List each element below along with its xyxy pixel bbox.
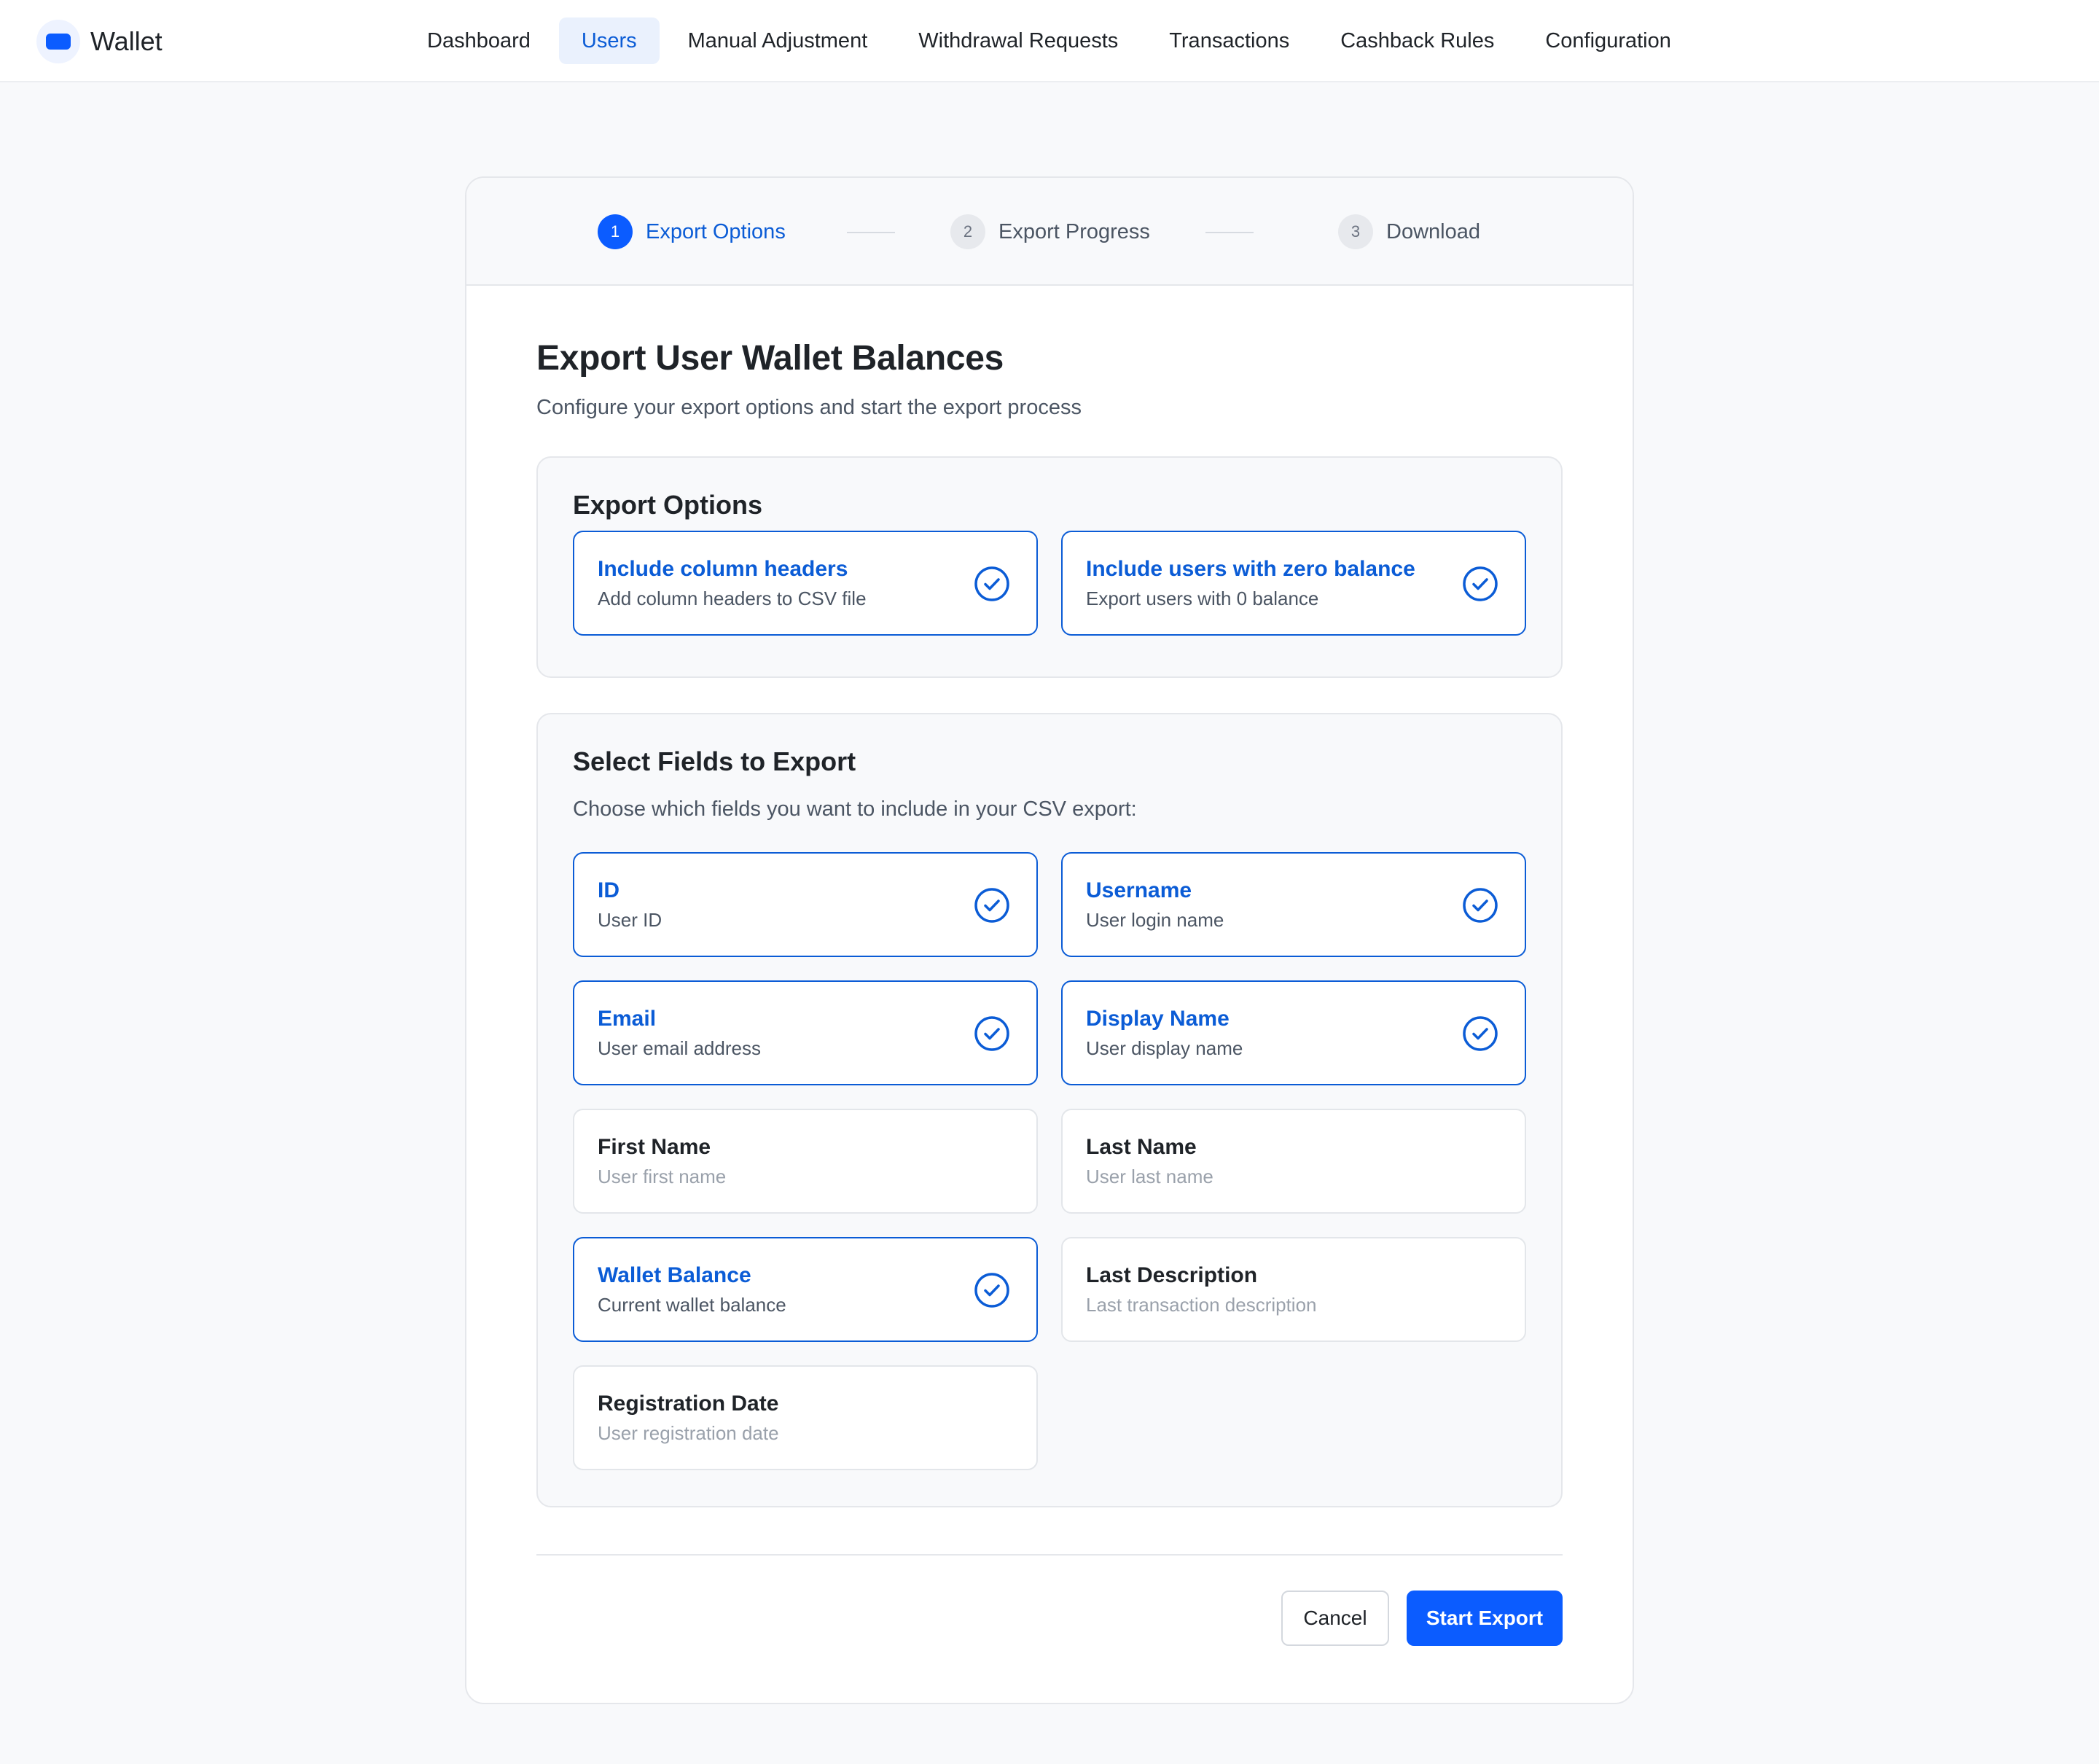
section-title: Export Options [573,490,762,520]
footer-divider [536,1554,1563,1556]
step-connector [847,232,895,233]
start-export-button[interactable]: Start Export [1407,1591,1563,1646]
field-description: Current wallet balance [598,1294,786,1316]
field-description: User email address [598,1037,761,1059]
export-options-section: Export Options Include column headers Ad… [536,456,1563,678]
field-description: User first name [598,1166,727,1187]
field-description: User display name [1086,1037,1243,1059]
top-navigation-bar: Wallet Dashboard Users Manual Adjustment… [0,0,2099,82]
field-title: ID [598,878,619,902]
section-title: Select Fields to Export [573,746,856,776]
step-label: Export Options [646,219,786,243]
nav-item-dashboard[interactable]: Dashboard [404,17,553,64]
nav-item-manual-adjustment[interactable]: Manual Adjustment [665,17,891,64]
field-display-name[interactable]: Display Name User display name [1061,980,1526,1085]
check-circle-icon [1463,566,1498,601]
option-description: Add column headers to CSV file [598,588,867,609]
section-description: Choose which fields you want to include … [573,797,1137,821]
field-title: Wallet Balance [598,1263,751,1287]
field-description: User ID [598,909,662,931]
option-description: Export users with 0 balance [1086,588,1319,609]
option-include-zero-balance[interactable]: Include users with zero balance Export u… [1061,531,1526,636]
app-name: Wallet [90,26,163,56]
step-download: 3 Download [1338,214,1480,249]
app-logo[interactable]: Wallet [36,20,163,63]
field-id[interactable]: ID User ID [573,852,1038,957]
step-label: Export Progress [998,219,1150,243]
field-username[interactable]: Username User login name [1061,852,1526,957]
step-connector [1205,232,1254,233]
nav-item-transactions[interactable]: Transactions [1146,17,1312,64]
step-export-options: 1 Export Options [598,214,786,249]
field-description: User registration date [598,1422,779,1444]
fields-grid: ID User ID Username User login name Emai… [573,852,1526,1470]
nav-item-cashback-rules[interactable]: Cashback Rules [1318,17,1517,64]
export-stepper: 1 Export Options 2 Export Progress 3 Dow… [466,178,1633,286]
check-circle-icon [1463,888,1498,923]
field-description: Last transaction description [1086,1294,1317,1316]
field-first-name[interactable]: First Name User first name [573,1109,1038,1214]
field-title: Last Description [1086,1263,1258,1287]
field-title: Registration Date [598,1392,779,1416]
field-title: First Name [598,1135,711,1159]
main-nav: Dashboard Users Manual Adjustment Withdr… [404,17,1700,64]
field-email[interactable]: Email User email address [573,980,1038,1085]
check-circle-icon [974,888,1009,923]
field-description: User last name [1086,1166,1213,1187]
action-buttons: Cancel Start Export [536,1591,1563,1646]
check-circle-icon [974,1273,1009,1308]
nav-item-users[interactable]: Users [558,17,660,64]
field-title: Username [1086,878,1192,902]
page-subtitle: Configure your export options and start … [536,396,1082,419]
step-number: 3 [1338,214,1373,249]
step-export-progress: 2 Export Progress [950,214,1150,249]
check-circle-icon [974,1016,1009,1051]
field-registration-date[interactable]: Registration Date User registration date [573,1365,1038,1470]
field-title: Last Name [1086,1135,1197,1159]
option-title: Include column headers [598,557,848,581]
export-card: 1 Export Options 2 Export Progress 3 Dow… [465,176,1634,1704]
field-description: User login name [1086,909,1224,931]
cancel-button[interactable]: Cancel [1281,1591,1389,1646]
nav-item-configuration[interactable]: Configuration [1523,17,1694,64]
nav-item-withdrawal-requests[interactable]: Withdrawal Requests [896,17,1141,64]
page-title: Export User Wallet Balances [536,339,1004,378]
step-number: 1 [598,214,633,249]
field-wallet-balance[interactable]: Wallet Balance Current wallet balance [573,1237,1038,1342]
wallet-icon [36,20,80,63]
step-label: Download [1386,219,1480,243]
field-title: Email [598,1007,657,1031]
check-circle-icon [1463,1016,1498,1051]
step-number: 2 [950,214,985,249]
option-include-column-headers[interactable]: Include column headers Add column header… [573,531,1038,636]
field-last-description[interactable]: Last Description Last transaction descri… [1061,1237,1526,1342]
export-options-grid: Include column headers Add column header… [573,531,1526,636]
select-fields-section: Select Fields to Export Choose which fie… [536,713,1563,1507]
field-title: Display Name [1086,1007,1230,1031]
field-last-name[interactable]: Last Name User last name [1061,1109,1526,1214]
check-circle-icon [974,566,1009,601]
card-content: Export User Wallet Balances Configure yo… [536,286,1563,1646]
option-title: Include users with zero balance [1086,557,1415,581]
